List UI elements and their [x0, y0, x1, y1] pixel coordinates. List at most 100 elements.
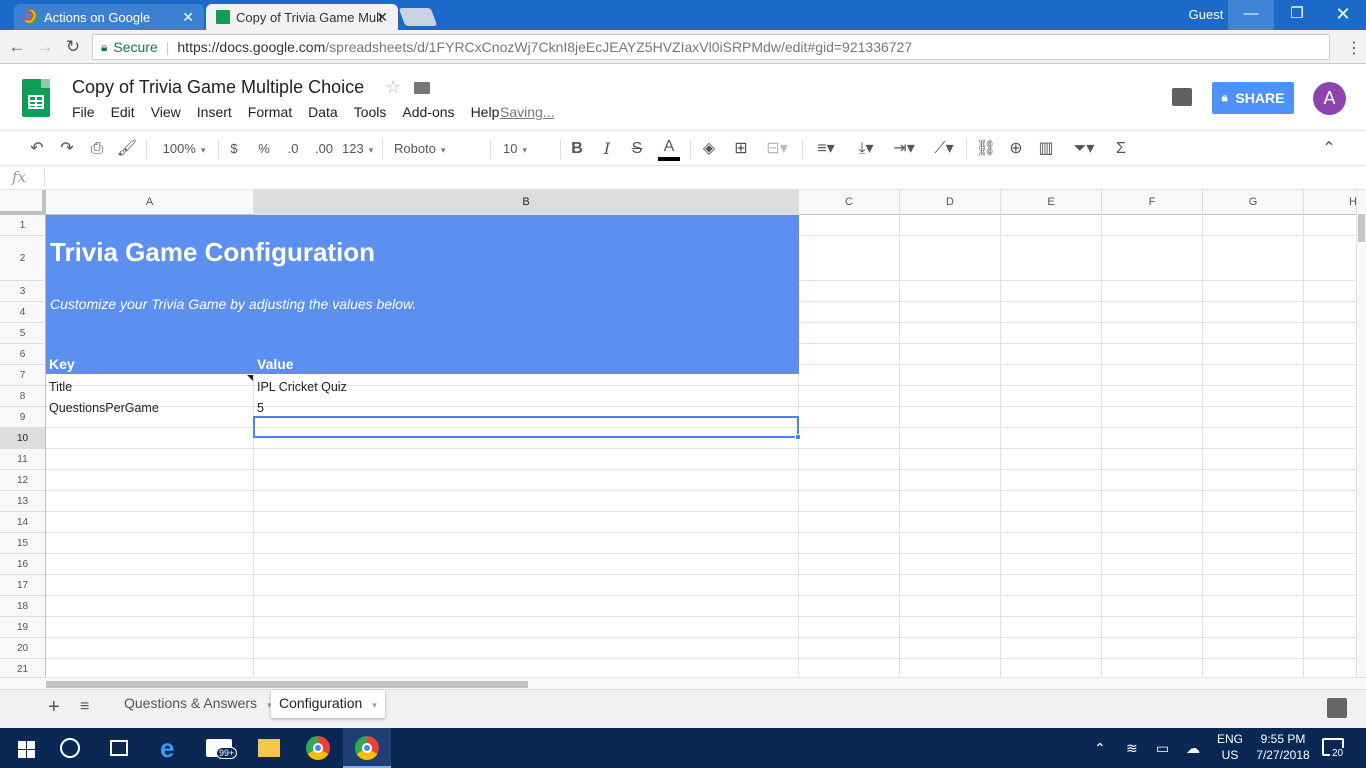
row-header-2[interactable]: 2 [0, 236, 46, 281]
config-subtitle[interactable]: Customize your Trivia Game by adjusting … [50, 296, 416, 312]
select-all-corner[interactable] [0, 190, 46, 215]
row-header-18[interactable]: 18 [0, 596, 46, 617]
close-tab-icon[interactable]: ✕ [376, 9, 388, 26]
insert-link-icon[interactable]: ⛓︎ [974, 137, 998, 161]
row-header-10[interactable]: 10 [0, 428, 46, 449]
column-header-f[interactable]: F [1102, 190, 1203, 215]
column-header-g[interactable]: G [1203, 190, 1304, 215]
row-header-11[interactable]: 11 [0, 449, 46, 470]
borders-icon[interactable]: ⊞ [730, 137, 752, 161]
minimize-button[interactable]: — [1228, 0, 1274, 30]
reload-icon[interactable]: ↻ [62, 36, 84, 58]
row-header-21[interactable]: 21 [0, 659, 46, 677]
paint-format-icon[interactable]: 🖌︎ [116, 137, 138, 161]
language-indicator[interactable]: ENG US [1216, 731, 1244, 763]
row-header-12[interactable]: 12 [0, 470, 46, 491]
row-header-19[interactable]: 19 [0, 617, 46, 638]
menu-view[interactable]: View [151, 104, 181, 120]
profile-guest[interactable]: Guest [1178, 0, 1234, 30]
cell-value-title[interactable]: IPL Cricket Quiz [257, 380, 347, 394]
formula-input[interactable] [52, 169, 1342, 187]
percent-format-button[interactable]: % [255, 137, 273, 161]
row-header-17[interactable]: 17 [0, 575, 46, 596]
menu-tools[interactable]: Tools [354, 104, 387, 120]
menu-help[interactable]: Help [471, 104, 500, 120]
insert-chart-icon[interactable]: ▥ [1034, 137, 1058, 161]
star-icon[interactable]: ☆ [385, 77, 401, 98]
currency-format-button[interactable]: $ [226, 137, 242, 161]
vertical-scrollbar[interactable] [1356, 190, 1366, 677]
scroll-thumb[interactable] [46, 681, 528, 688]
comments-icon[interactable] [1172, 88, 1192, 106]
mail-icon[interactable]: 99+ [206, 739, 238, 759]
row-header-14[interactable]: 14 [0, 512, 46, 533]
font-family-select[interactable]: Roboto [394, 137, 480, 161]
back-arrow-icon[interactable]: ← [6, 36, 28, 58]
row-header-4[interactable]: 4 [0, 302, 46, 323]
clock[interactable]: 9:55 PM 7/27/2018 [1252, 731, 1314, 763]
sheet-tab-configuration[interactable]: Configuration [271, 690, 385, 718]
print-icon[interactable]: ⎙ [86, 137, 108, 161]
row-header-15[interactable]: 15 [0, 533, 46, 554]
menu-format[interactable]: Format [248, 104, 292, 120]
redo-icon[interactable]: ↷ [56, 137, 78, 161]
menu-file[interactable]: File [72, 104, 95, 120]
header-value-cell[interactable]: Value [257, 356, 294, 372]
insert-comment-icon[interactable]: ⊕ [1004, 137, 1028, 161]
battery-icon[interactable]: ▭ [1156, 740, 1169, 757]
sheets-logo-icon[interactable] [22, 79, 50, 117]
cell-value-questions[interactable]: 5 [257, 401, 264, 415]
maximize-button[interactable]: ❐ [1274, 0, 1320, 30]
fill-color-icon[interactable]: ◈ [698, 137, 720, 161]
tab-trivia-sheet[interactable]: Copy of Trivia Game Mult ✕ [206, 4, 398, 30]
strikethrough-button[interactable]: S [628, 137, 646, 161]
functions-button[interactable]: Σ [1110, 137, 1132, 161]
sheet-tab-questions[interactable]: Questions & Answers [116, 690, 280, 718]
collapse-icon[interactable]: ⌃ [1318, 137, 1340, 161]
text-color-button[interactable]: A [658, 137, 680, 161]
increase-decimal-button[interactable]: .00 [312, 137, 336, 161]
row-header-8[interactable]: 8 [0, 386, 46, 407]
column-header-h[interactable]: H [1304, 190, 1356, 215]
fill-handle[interactable] [795, 434, 801, 440]
chrome-icon[interactable] [306, 736, 330, 760]
more-formats-select[interactable]: 123 [342, 137, 372, 161]
horizontal-align-icon[interactable]: ≡▾ [810, 137, 842, 161]
cell-key-title[interactable]: Title [49, 380, 72, 394]
all-sheets-button[interactable]: ≡ [80, 698, 89, 716]
document-title[interactable]: Copy of Trivia Game Multiple Choice [72, 77, 364, 98]
row-header-20[interactable]: 20 [0, 638, 46, 659]
menu-data[interactable]: Data [308, 104, 338, 120]
onedrive-icon[interactable]: ☁︎ [1186, 740, 1200, 757]
close-tab-icon[interactable]: ✕ [182, 9, 194, 26]
italic-button[interactable]: I [598, 137, 616, 161]
file-explorer-icon[interactable] [258, 739, 280, 757]
chrome-icon[interactable] [355, 736, 379, 760]
address-bar[interactable]: 🔒︎ Secure | https://docs.google.com/spre… [92, 34, 1330, 60]
row-header-9[interactable]: 9 [0, 407, 46, 428]
text-wrapping-icon[interactable]: ⇥▾ [888, 137, 920, 161]
windows-start-icon[interactable] [15, 736, 39, 760]
config-title[interactable]: Trivia Game Configuration [50, 237, 375, 268]
header-key-cell[interactable]: Key [49, 356, 75, 372]
vertical-align-icon[interactable]: ⤓▾ [850, 137, 882, 161]
avatar[interactable]: A [1313, 82, 1346, 115]
column-header-a[interactable]: A [46, 190, 254, 215]
undo-icon[interactable]: ↶ [26, 137, 48, 161]
row-header-7[interactable]: 7 [0, 365, 46, 386]
cell-key-questions[interactable]: QuestionsPerGame [49, 401, 159, 415]
wifi-icon[interactable]: ≋ [1126, 740, 1138, 757]
selected-cell[interactable] [253, 416, 799, 438]
merge-cells-icon[interactable]: ⊟▾ [760, 137, 794, 161]
row-header-3[interactable]: 3 [0, 281, 46, 302]
task-view-icon[interactable] [110, 740, 128, 756]
column-header-d[interactable]: D [900, 190, 1001, 215]
forward-arrow-icon[interactable]: → [34, 36, 56, 58]
column-header-b[interactable]: B [254, 190, 799, 215]
decrease-decimal-button[interactable]: .0 [283, 137, 303, 161]
save-status[interactable]: Saving... [500, 104, 554, 120]
bold-button[interactable]: B [568, 137, 586, 161]
new-tab-button[interactable] [398, 8, 438, 26]
filter-icon[interactable]: ⏷▾ [1064, 137, 1104, 161]
folder-icon[interactable] [414, 82, 430, 94]
